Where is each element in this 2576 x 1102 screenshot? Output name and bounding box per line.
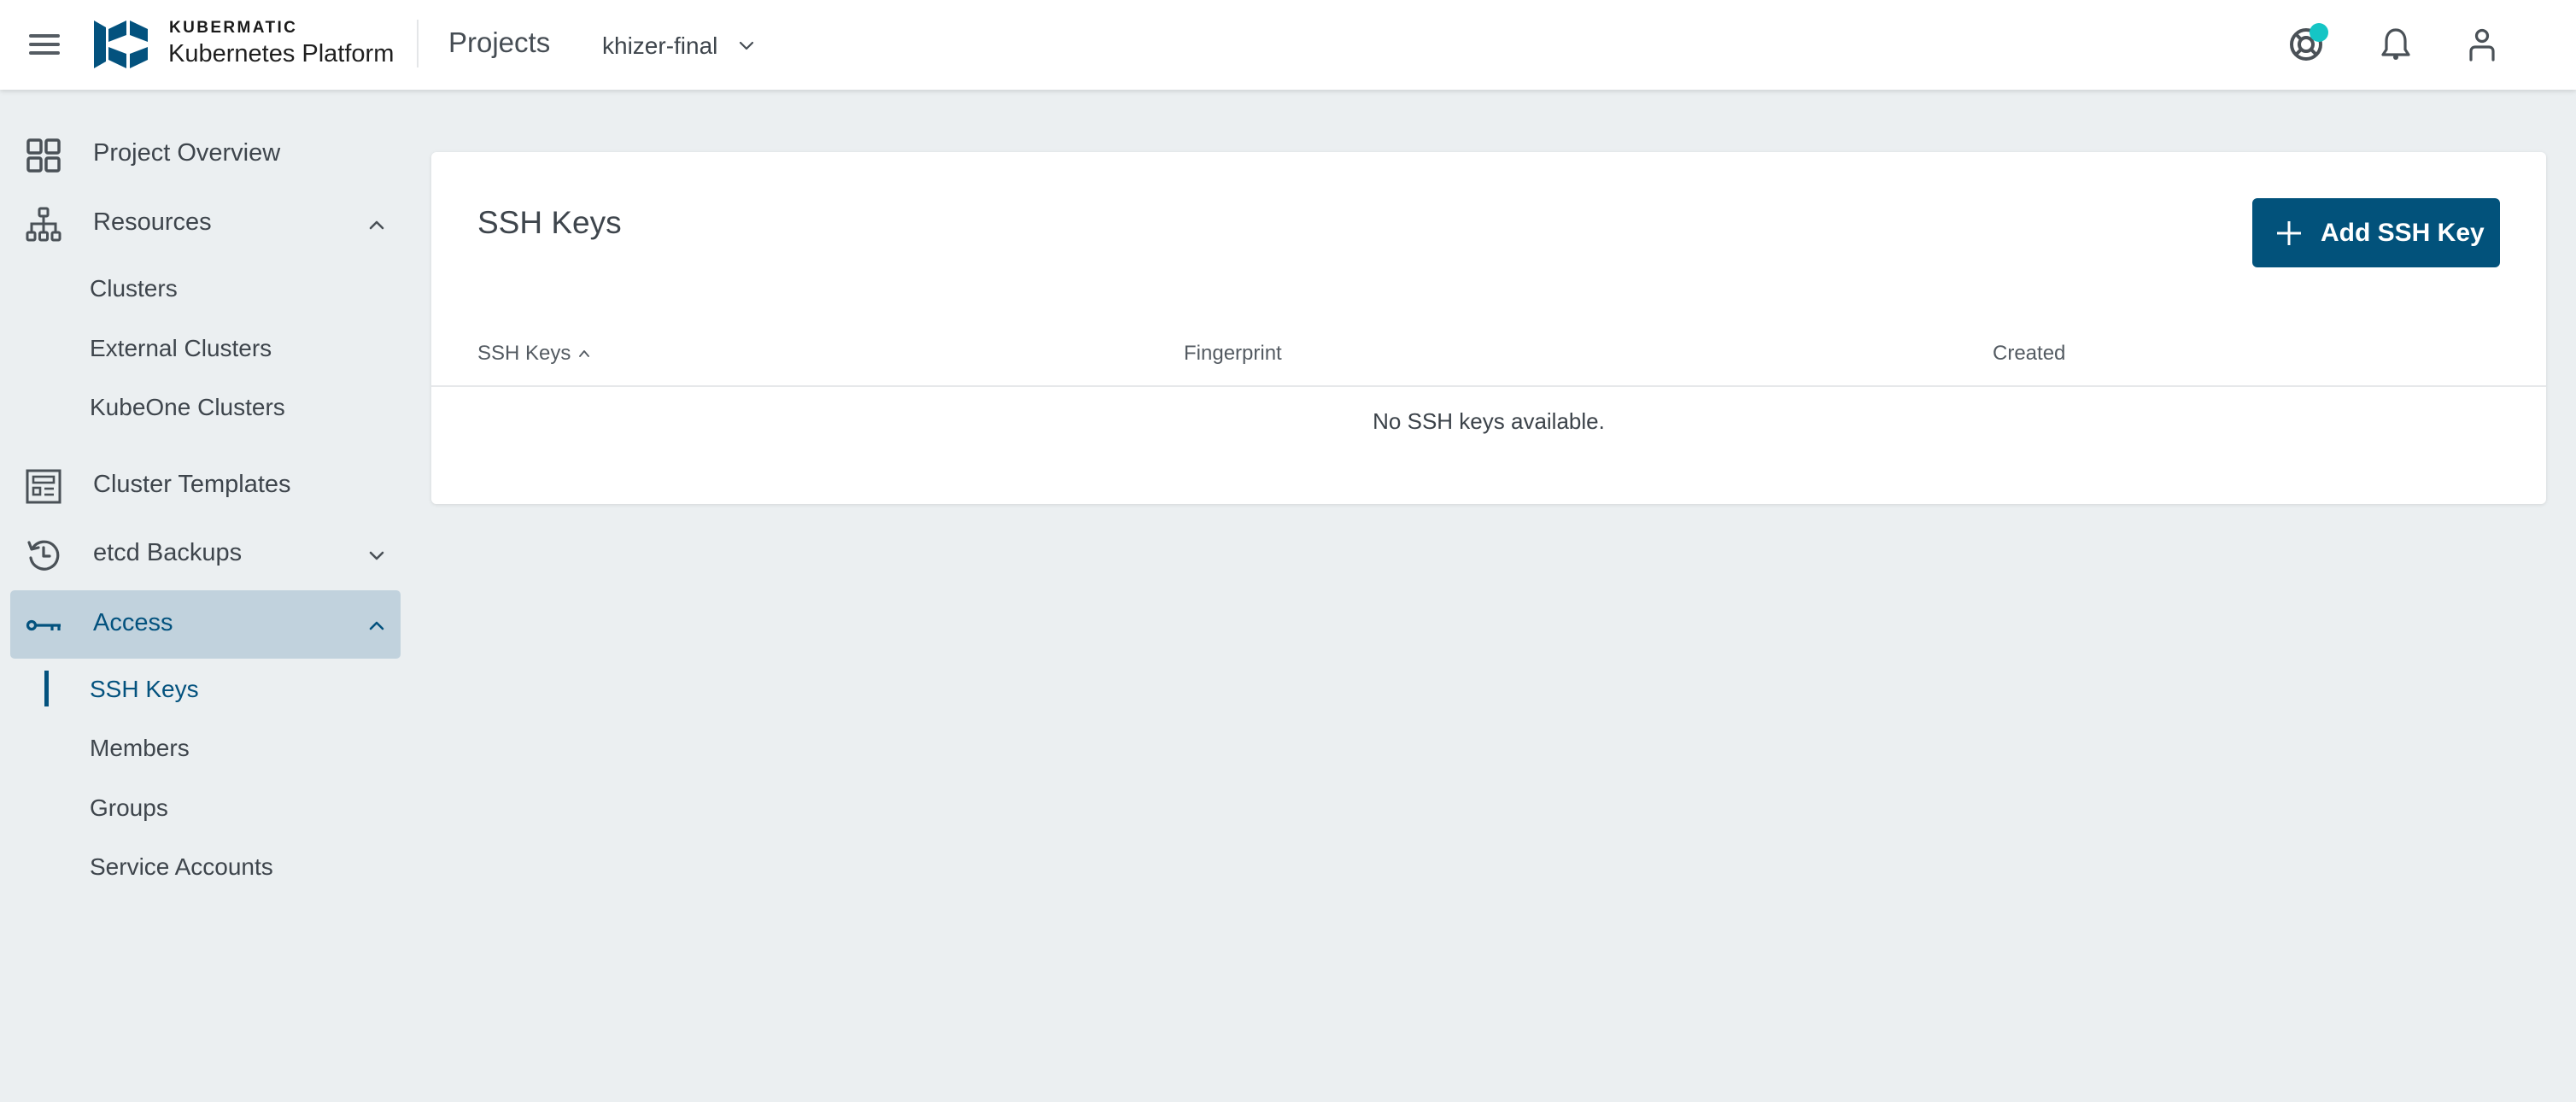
project-selector-value: khizer-final	[602, 32, 718, 59]
sidebar-item-label: Cluster Templates	[93, 471, 291, 498]
history-icon	[27, 540, 60, 571]
sidebar-subitem-clusters[interactable]: Clusters	[10, 261, 401, 314]
help-notification-badge	[2310, 23, 2328, 42]
column-header-label: SSH Keys	[477, 342, 571, 365]
empty-table-message: No SSH keys available.	[1373, 408, 1605, 434]
sidebar-subitem-label: KubeOne Clusters	[90, 394, 285, 420]
bell-icon[interactable]	[2377, 26, 2415, 63]
active-indicator	[44, 671, 49, 706]
sidebar: Project Overview Resources Clusters Exte…	[0, 90, 410, 1102]
projects-link[interactable]: Projects	[448, 26, 550, 59]
sidebar-subitem-label: Clusters	[90, 275, 178, 302]
sidebar-subitem-label: Members	[90, 735, 190, 761]
ssh-keys-card: SSH Keys Add SSH Key SSH Keys Fingerprin…	[431, 152, 2546, 504]
grid-icon	[26, 138, 61, 173]
table-header-divider	[431, 385, 2546, 387]
page-title: SSH Keys	[477, 205, 622, 240]
sidebar-item-label: Access	[93, 609, 173, 636]
column-header-label: Created	[1993, 342, 2066, 365]
sidebar-subitem-label: Groups	[90, 794, 168, 821]
sidebar-item-access[interactable]: Access	[10, 590, 401, 659]
sidebar-subitem-label: SSH Keys	[90, 676, 199, 702]
brand-product: Kubernetes Platform	[168, 40, 395, 67]
sidebar-item-label: Project Overview	[93, 139, 281, 167]
sidebar-item-label: Resources	[93, 208, 212, 236]
chevron-down-icon[interactable]	[366, 544, 388, 566]
sidebar-subitem-label: Service Accounts	[90, 853, 273, 880]
kubermatic-logo-icon[interactable]	[92, 21, 150, 68]
sidebar-item-resources[interactable]: Resources	[10, 190, 401, 258]
chevron-up-icon[interactable]	[366, 614, 388, 636]
sidebar-item-label: etcd Backups	[93, 539, 243, 566]
sort-ascending-icon	[579, 350, 590, 357]
plus-icon	[2277, 220, 2301, 245]
chevron-up-icon[interactable]	[366, 214, 388, 236]
sidebar-subitem-label: External Clusters	[90, 335, 272, 361]
column-header-created[interactable]: Created	[1993, 342, 2065, 366]
sidebar-subitem-service-accounts[interactable]: Service Accounts	[10, 840, 401, 893]
template-icon	[26, 469, 61, 504]
add-ssh-key-label: Add SSH Key	[2321, 218, 2485, 247]
column-header-ssh-keys[interactable]: SSH Keys	[477, 342, 591, 366]
sidebar-item-cluster-templates[interactable]: Cluster Templates	[10, 452, 401, 520]
sidebar-subitem-ssh-keys[interactable]: SSH Keys	[10, 662, 401, 715]
key-icon	[26, 619, 61, 631]
chevron-down-icon	[740, 41, 754, 50]
sidebar-subitem-members[interactable]: Members	[10, 721, 401, 774]
sidebar-subitem-kubeone-clusters[interactable]: KubeOne Clusters	[10, 380, 401, 433]
hamburger-menu-icon[interactable]	[27, 31, 63, 58]
sidebar-subitem-groups[interactable]: Groups	[10, 781, 401, 834]
brand-name: KUBERMATIC	[169, 19, 298, 37]
sidebar-item-project-overview[interactable]: Project Overview	[10, 120, 401, 189]
column-header-label: Fingerprint	[1184, 342, 1282, 365]
sidebar-item-etcd-backups[interactable]: etcd Backups	[10, 520, 401, 589]
column-header-fingerprint[interactable]: Fingerprint	[1184, 342, 1282, 366]
project-selector[interactable]: khizer-final	[602, 31, 757, 62]
sitemap-icon	[26, 207, 61, 242]
add-ssh-key-button[interactable]: Add SSH Key	[2252, 198, 2500, 267]
header-divider	[417, 20, 419, 67]
user-icon[interactable]	[2463, 26, 2501, 63]
sidebar-subitem-external-clusters[interactable]: External Clusters	[10, 321, 401, 374]
top-bar: KUBERMATIC Kubernetes Platform Projects …	[0, 0, 2576, 90]
